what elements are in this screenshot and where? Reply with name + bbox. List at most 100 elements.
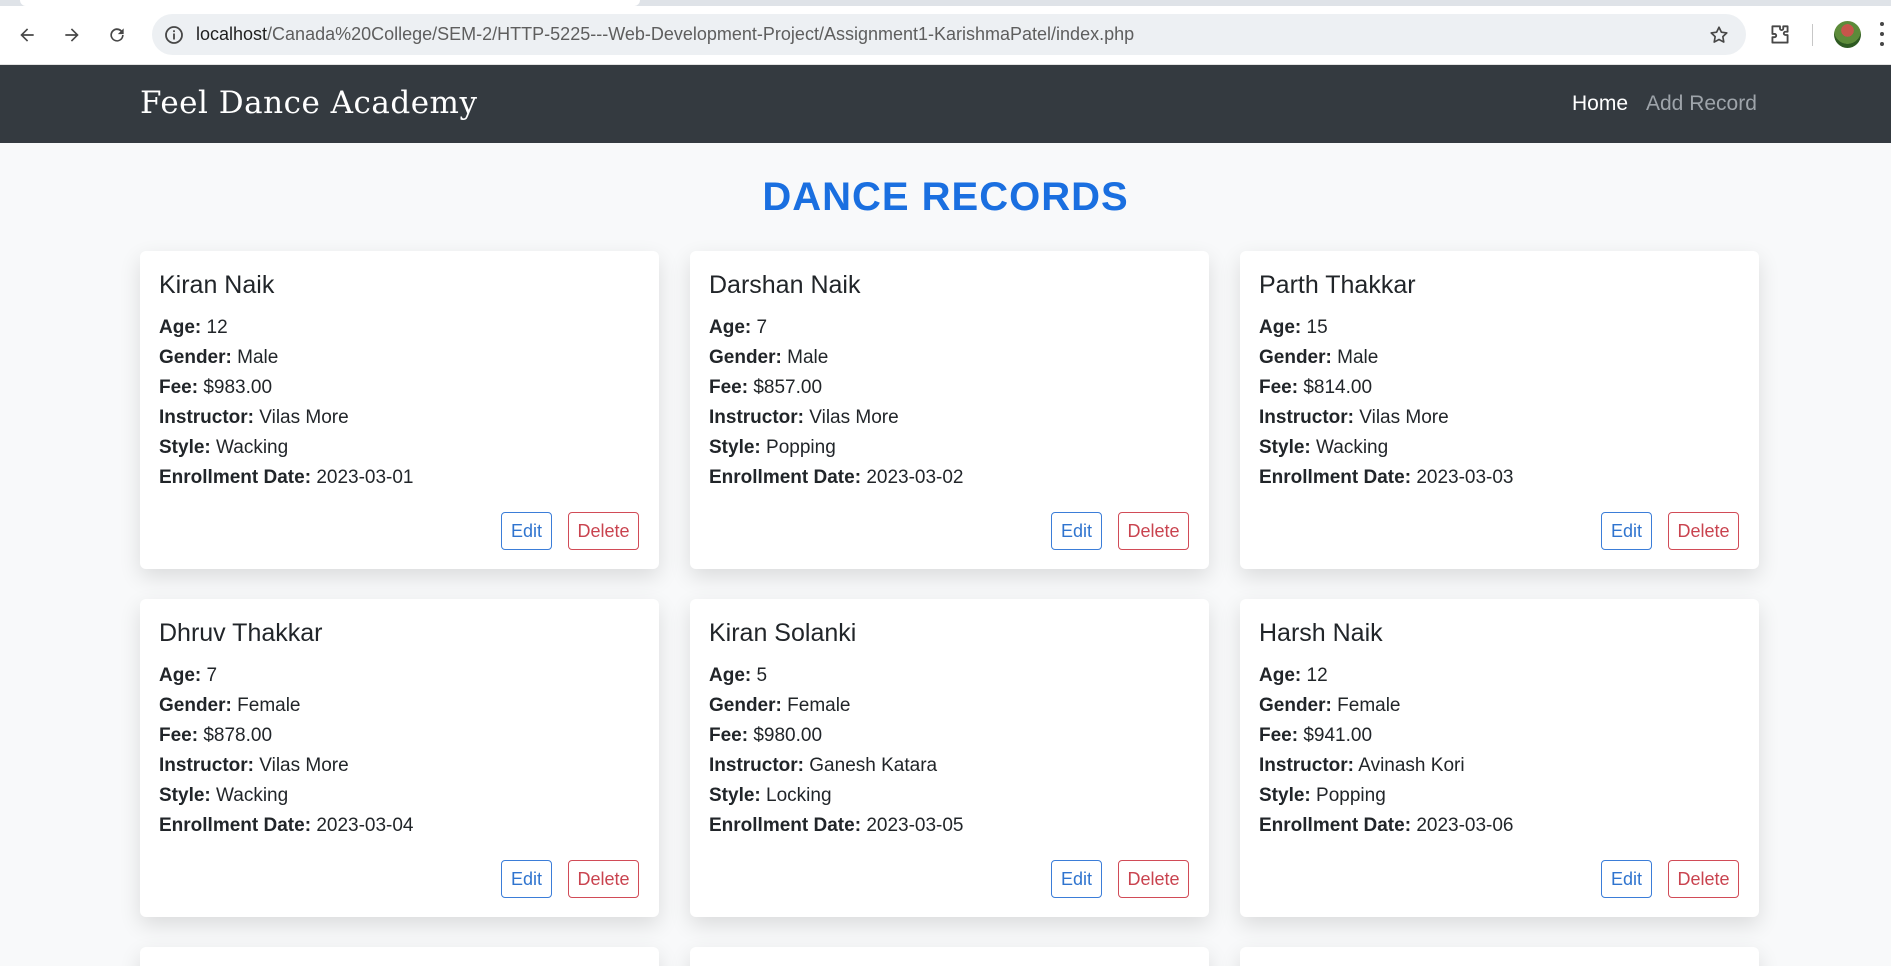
record-card-partial	[690, 947, 1209, 966]
fee-value: $983.00	[203, 377, 273, 398]
age-value: 5	[756, 665, 768, 686]
address-bar[interactable]: localhost/Canada%20College/SEM-2/HTTP-52…	[152, 14, 1746, 55]
style-row: Style: Wacking	[159, 781, 414, 811]
delete-button[interactable]: Delete	[568, 512, 639, 550]
gender-row: Gender: Male	[709, 343, 964, 373]
fee-value: $941.00	[1303, 725, 1373, 746]
extensions-icon[interactable]	[1767, 22, 1793, 48]
style-row: Style: Popping	[1259, 781, 1514, 811]
age-label: Age:	[159, 317, 202, 338]
fee-label: Fee:	[1259, 725, 1299, 746]
browser-menu-icon[interactable]	[1880, 22, 1884, 46]
delete-button[interactable]: Delete	[1668, 512, 1739, 550]
age-value: 12	[1306, 665, 1328, 686]
enrollment-date-label: Enrollment Date:	[159, 467, 312, 488]
age-value: 15	[1306, 317, 1328, 338]
nav-link-add-record[interactable]: Add Record	[1646, 92, 1757, 116]
brand-logo-text[interactable]: Feel Dance Academy	[140, 85, 477, 121]
page-title: DANCE RECORDS	[762, 175, 1129, 219]
style-value: Wacking	[216, 437, 289, 458]
fee-row: Fee: $983.00	[159, 373, 414, 403]
style-label: Style:	[709, 785, 761, 806]
profile-avatar[interactable]	[1834, 21, 1861, 48]
age-label: Age:	[709, 317, 752, 338]
age-value: 7	[206, 665, 218, 686]
record-name: Parth Thakkar	[1259, 271, 1416, 299]
delete-button[interactable]: Delete	[568, 860, 639, 898]
record-card: Parth Thakkar Age: 15 Gender: Male Fee: …	[1240, 251, 1759, 569]
instructor-label: Instructor:	[709, 755, 804, 776]
toolbar-divider	[1812, 24, 1813, 46]
gender-label: Gender:	[1259, 695, 1332, 716]
delete-button[interactable]: Delete	[1668, 860, 1739, 898]
instructor-row: Instructor: Vilas More	[159, 403, 414, 433]
delete-button[interactable]: Delete	[1118, 860, 1189, 898]
gender-row: Gender: Male	[1259, 343, 1514, 373]
style-row: Style: Wacking	[159, 433, 414, 463]
edit-button[interactable]: Edit	[501, 512, 552, 550]
edit-button[interactable]: Edit	[1051, 512, 1102, 550]
url-path: /Canada%20College/SEM-2/HTTP-5225---Web-…	[267, 24, 1135, 44]
enrollment-date-row: Enrollment Date: 2023-03-02	[709, 463, 964, 493]
gender-value: Female	[1337, 695, 1401, 716]
instructor-value: Ganesh Katara	[809, 755, 938, 776]
enrollment-date-row: Enrollment Date: 2023-03-04	[159, 811, 414, 841]
fee-label: Fee:	[159, 377, 199, 398]
enrollment-date-value: 2023-03-03	[1416, 467, 1514, 488]
instructor-value: Avinash Kori	[1358, 755, 1465, 776]
style-label: Style:	[159, 785, 211, 806]
style-label: Style:	[1259, 785, 1311, 806]
enrollment-date-label: Enrollment Date:	[1259, 467, 1412, 488]
gender-label: Gender:	[159, 695, 232, 716]
age-row: Age: 7	[709, 313, 964, 343]
instructor-value: Vilas More	[259, 407, 349, 428]
gender-value: Male	[1337, 347, 1379, 368]
style-row: Style: Popping	[709, 433, 964, 463]
gender-value: Female	[237, 695, 301, 716]
fee-row: Fee: $814.00	[1259, 373, 1514, 403]
fee-label: Fee:	[709, 725, 749, 746]
bookmark-star-icon[interactable]	[1708, 24, 1730, 46]
instructor-row: Instructor: Ganesh Katara	[709, 751, 964, 781]
site-info-icon[interactable]	[164, 25, 184, 45]
instructor-value: Vilas More	[259, 755, 349, 776]
enrollment-date-row: Enrollment Date: 2023-03-03	[1259, 463, 1514, 493]
gender-value: Female	[787, 695, 851, 716]
gender-row: Gender: Male	[159, 343, 414, 373]
enrollment-date-row: Enrollment Date: 2023-03-06	[1259, 811, 1514, 841]
edit-button[interactable]: Edit	[1601, 512, 1652, 550]
url-text: localhost/Canada%20College/SEM-2/HTTP-52…	[196, 24, 1134, 45]
enrollment-date-value: 2023-03-01	[316, 467, 414, 488]
edit-button[interactable]: Edit	[1051, 860, 1102, 898]
forward-icon[interactable]	[55, 18, 89, 52]
record-card: Harsh Naik Age: 12 Gender: Female Fee: $…	[1240, 599, 1759, 917]
age-row: Age: 12	[1259, 661, 1514, 691]
site-navbar: Feel Dance Academy Home Add Record	[0, 65, 1891, 143]
nav-link-home[interactable]: Home	[1572, 92, 1628, 116]
record-card: Kiran Naik Age: 12 Gender: Male Fee: $98…	[140, 251, 659, 569]
gender-label: Gender:	[709, 347, 782, 368]
fee-label: Fee:	[159, 725, 199, 746]
active-tab[interactable]	[20, 0, 640, 6]
edit-button[interactable]: Edit	[1601, 860, 1652, 898]
reload-icon[interactable]	[100, 18, 134, 52]
age-label: Age:	[709, 665, 752, 686]
record-name: Darshan Naik	[709, 271, 861, 299]
fee-row: Fee: $878.00	[159, 721, 414, 751]
style-label: Style:	[1259, 437, 1311, 458]
record-name: Kiran Naik	[159, 271, 275, 299]
delete-button[interactable]: Delete	[1118, 512, 1189, 550]
record-name: Dhruv Thakkar	[159, 619, 323, 647]
instructor-value: Vilas More	[1359, 407, 1449, 428]
record-card-partial	[140, 947, 659, 966]
enrollment-date-value: 2023-03-06	[1416, 815, 1514, 836]
browser-toolbar: localhost/Canada%20College/SEM-2/HTTP-52…	[0, 0, 1891, 65]
back-icon[interactable]	[10, 18, 44, 52]
gender-label: Gender:	[709, 695, 782, 716]
age-value: 7	[756, 317, 768, 338]
age-row: Age: 12	[159, 313, 414, 343]
gender-row: Gender: Female	[1259, 691, 1514, 721]
age-row: Age: 15	[1259, 313, 1514, 343]
enrollment-date-label: Enrollment Date:	[1259, 815, 1412, 836]
edit-button[interactable]: Edit	[501, 860, 552, 898]
